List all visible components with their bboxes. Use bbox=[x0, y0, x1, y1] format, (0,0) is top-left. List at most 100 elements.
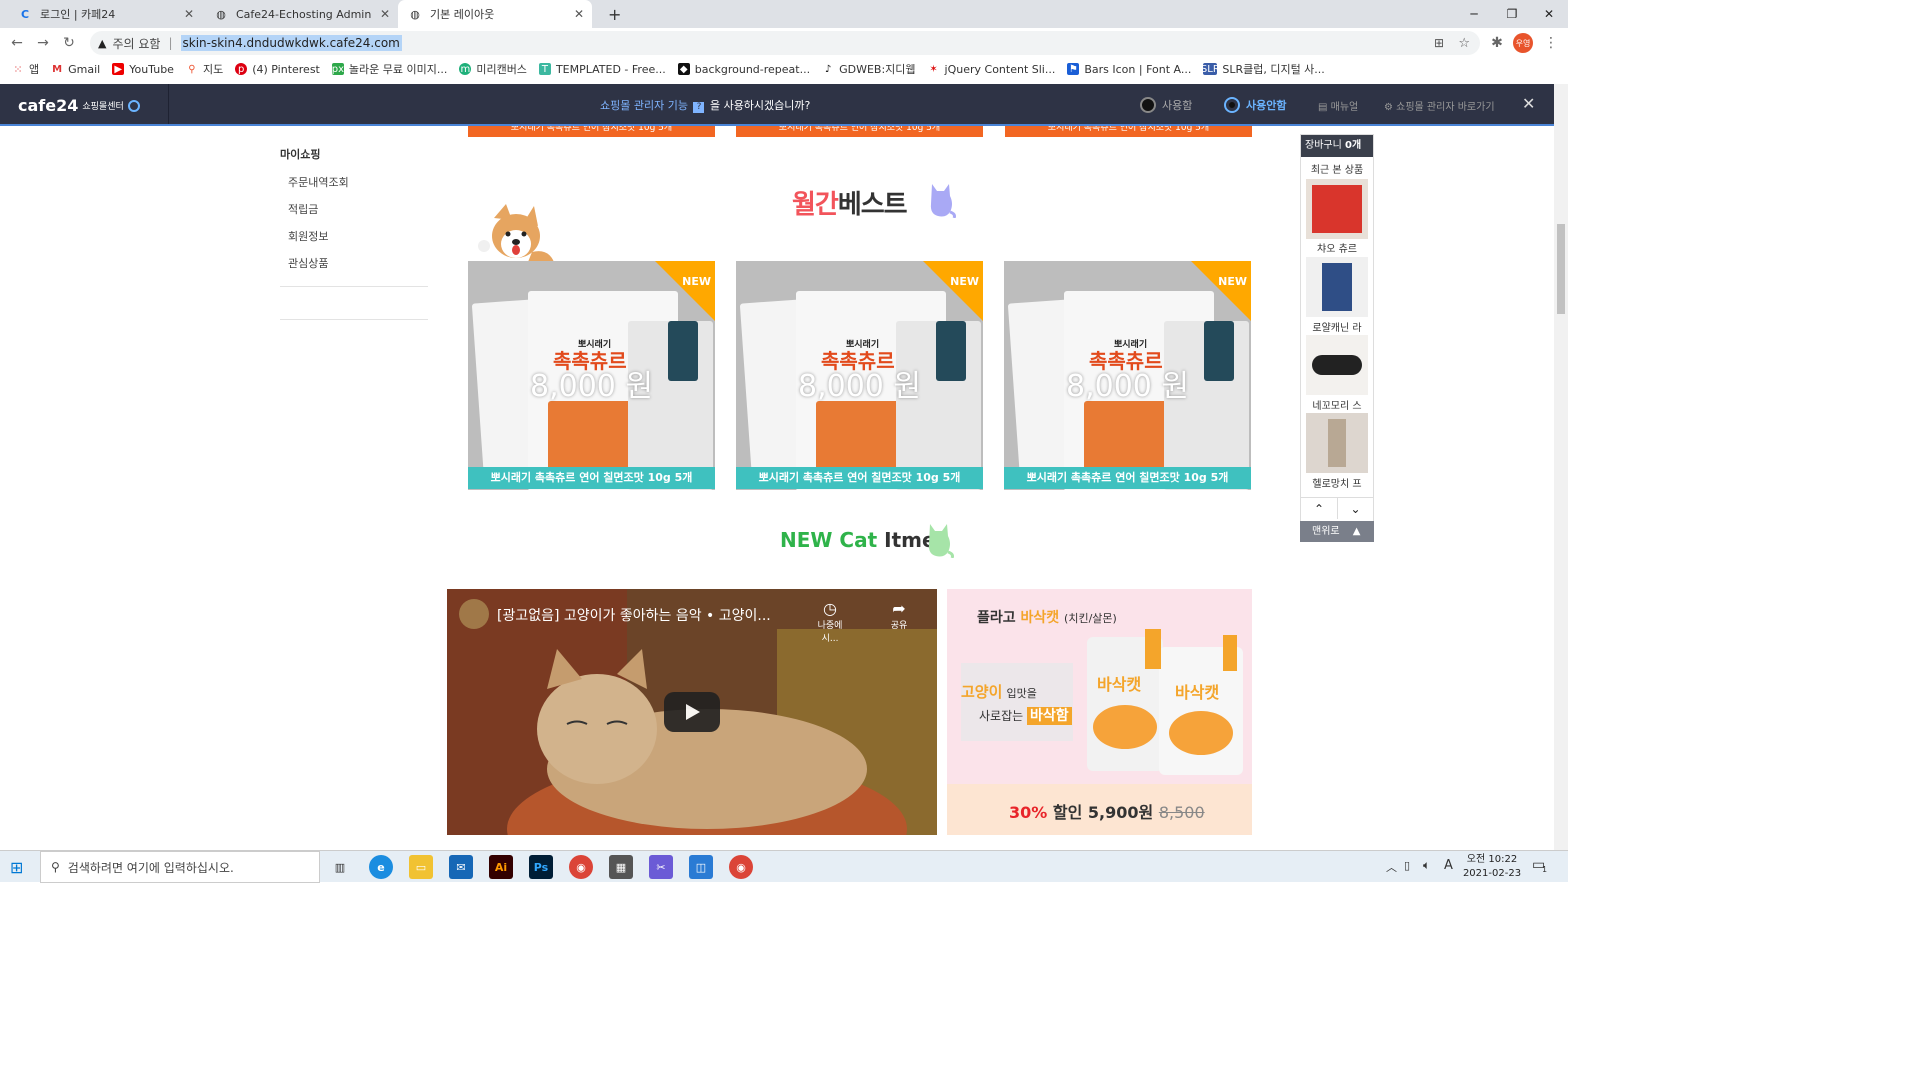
restore-icon[interactable]: ❐ bbox=[1493, 0, 1531, 28]
help-icon[interactable]: ? bbox=[693, 102, 705, 113]
scrollbar-thumb[interactable] bbox=[1557, 224, 1565, 314]
product-card[interactable]: 뽀시래기 촉촉츄르 8,000 원 NEW bbox=[736, 261, 983, 490]
bookmark-maps[interactable]: ⚲ 지도 bbox=[186, 61, 223, 77]
url-text[interactable]: skin-skin4.dndudwkdwk.cafe24.com bbox=[180, 35, 402, 51]
edge-icon[interactable]: e bbox=[369, 855, 393, 879]
gdweb-icon: ♪ bbox=[824, 63, 832, 75]
volume-icon[interactable]: 🔈︎ bbox=[1423, 858, 1430, 873]
youtube-video-embed[interactable]: [광고없음] 고양이가 좋아하는 음악 • 고양이... ◷ 나중에 시... ➦… bbox=[447, 589, 937, 835]
back-icon[interactable]: ← bbox=[6, 32, 28, 54]
cafe24-logo[interactable]: cafe24 쇼핑몰센터 bbox=[18, 96, 140, 115]
new-tab-button[interactable]: + bbox=[598, 0, 631, 28]
sidebar-item-wishlist[interactable]: 관심상품 bbox=[288, 255, 328, 271]
recent-product-name[interactable]: 헬로망치 프 bbox=[1301, 475, 1373, 490]
recent-product-name[interactable]: 네꼬모리 스 bbox=[1301, 397, 1373, 412]
use-radio[interactable]: 사용함 bbox=[1140, 97, 1192, 113]
play-button[interactable] bbox=[664, 692, 720, 732]
omnibox[interactable]: ▲ 주의 요함 | skin-skin4.dndudwkdwk.cafe24.c… bbox=[90, 31, 1480, 55]
bookmark-apps[interactable]: ⁙ 앱 bbox=[12, 61, 39, 77]
window-close-icon[interactable]: ✕ bbox=[1530, 0, 1568, 28]
video-title[interactable]: [광고없음] 고양이가 좋아하는 음악 • 고양이... bbox=[497, 605, 771, 625]
heading-accent: NEW Cat bbox=[780, 528, 878, 552]
close-icon[interactable]: ✕ bbox=[184, 7, 194, 21]
system-clock[interactable]: 오전 10:22 2021-02-23 bbox=[1462, 853, 1522, 881]
task-view-icon[interactable]: ▥ bbox=[328, 855, 352, 879]
extensions-icon[interactable]: ✱ bbox=[1486, 32, 1508, 54]
sidebar-item-points[interactable]: 적립금 bbox=[288, 201, 318, 217]
app-icon[interactable]: ◫ bbox=[689, 855, 713, 879]
close-icon[interactable]: ✕ bbox=[1522, 94, 1535, 113]
forward-icon[interactable]: → bbox=[32, 32, 54, 54]
share-button[interactable]: ➦ 공유 bbox=[879, 599, 919, 631]
reload-icon[interactable]: ↻ bbox=[58, 32, 80, 54]
sidebar-item-member[interactable]: 회원정보 bbox=[288, 228, 328, 244]
cart-header[interactable]: 장바구니 0개 bbox=[1301, 135, 1373, 157]
recent-product-thumb[interactable] bbox=[1306, 179, 1368, 239]
product-name[interactable]: 뽀시래기 촉촉츄르 연어 칠면조맛 10g 5개 bbox=[736, 467, 983, 489]
bookmark-slr[interactable]: SLR SLR클럽, 디지털 사... bbox=[1201, 61, 1325, 77]
banner-headline: 플라고 바삭캣 (치킨/살몬) bbox=[977, 607, 1117, 627]
tab-login[interactable]: C 로그인 | 카페24 ✕ bbox=[8, 0, 202, 28]
network-icon[interactable]: ▯ bbox=[1404, 859, 1410, 872]
ime-indicator[interactable]: A bbox=[1444, 858, 1453, 873]
product-name-strip[interactable]: 뽀시래기 촉촉츄르 연어 참치조맛 10g 5개 bbox=[468, 126, 715, 137]
illustrator-icon[interactable]: Ai bbox=[489, 855, 513, 879]
calculator-icon[interactable]: ▦ bbox=[609, 855, 633, 879]
bookmark-youtube[interactable]: ▶ YouTube bbox=[112, 63, 174, 76]
sidebar-item-orders[interactable]: 주문내역조회 bbox=[288, 174, 349, 190]
product-card[interactable]: 뽀시래기 촉촉츄르 8,000 원 NEW bbox=[1004, 261, 1251, 490]
radio-selected-icon bbox=[1224, 97, 1240, 113]
product-name[interactable]: 뽀시래기 촉촉츄르 연어 칠면조맛 10g 5개 bbox=[1004, 467, 1251, 489]
bookmark-pixabay[interactable]: px 놀라운 무료 이미지... bbox=[332, 61, 447, 77]
recent-product-thumb[interactable] bbox=[1306, 335, 1368, 395]
tab-admin[interactable]: ◍ Cafe24-Echosting Admin ✕ bbox=[204, 0, 398, 28]
product-card[interactable]: 뽀시래기 촉촉츄르 8,000 원 NEW bbox=[468, 261, 715, 490]
bookmark-gmail[interactable]: M Gmail bbox=[51, 63, 100, 76]
bookmark-fontawesome[interactable]: ⚑ Bars Icon | Font A... bbox=[1067, 63, 1191, 76]
menu-dots-icon[interactable]: ⋮ bbox=[1540, 32, 1562, 54]
channel-avatar[interactable] bbox=[459, 599, 489, 629]
recent-product-name[interactable]: 로얄캐닌 라 bbox=[1301, 319, 1373, 334]
minimize-icon[interactable]: ─ bbox=[1455, 0, 1493, 28]
tab-layout[interactable]: ◍ 기본 레이아웃 ✕ bbox=[398, 0, 592, 28]
bookmark-templated[interactable]: T TEMPLATED - Free... bbox=[538, 63, 666, 76]
close-icon[interactable]: ✕ bbox=[574, 7, 584, 21]
scroll-to-top-button[interactable]: 맨위로 ▲ bbox=[1300, 521, 1374, 542]
admin-shortcut-link[interactable]: ⚙ 쇼핑몰 관리자 바로가기 bbox=[1384, 98, 1495, 113]
bookmark-pinterest[interactable]: p (4) Pinterest bbox=[235, 63, 320, 76]
bookmark-miricanvas[interactable]: m 미리캔버스 bbox=[459, 61, 527, 77]
scroll-up-arrow-icon[interactable]: ⌃ bbox=[1301, 497, 1337, 519]
divider bbox=[280, 286, 428, 287]
bookmark-jquery[interactable]: ✶ jQuery Content Sli... bbox=[928, 63, 1055, 76]
bookmark-gdweb[interactable]: ♪ GDWEB:지디웹 bbox=[822, 61, 916, 77]
bookmark-background-repeat[interactable]: ◆ background-repeat... bbox=[677, 63, 810, 76]
file-explorer-icon[interactable]: ▭ bbox=[409, 855, 433, 879]
close-icon[interactable]: ✕ bbox=[380, 7, 390, 21]
product-name-strip[interactable]: 뽀시래기 촉촉츄르 연어 참치조맛 10g 5개 bbox=[736, 126, 983, 137]
mail-icon[interactable]: ✉ bbox=[449, 855, 473, 879]
new-ribbon bbox=[923, 261, 983, 321]
taskbar-search[interactable]: ⚲ 검색하려면 여기에 입력하십시오. bbox=[40, 851, 320, 883]
recent-product-thumb[interactable] bbox=[1306, 257, 1368, 317]
product-name-strip[interactable]: 뽀시래기 촉촉츄르 연어 참치조맛 10g 5개 bbox=[1005, 126, 1252, 137]
translate-icon[interactable]: ⊞ bbox=[1434, 36, 1444, 50]
snip-tool-icon[interactable]: ✂ bbox=[649, 855, 673, 879]
notification-icon[interactable]: ▭ 1 bbox=[1532, 857, 1547, 874]
star-icon[interactable]: ☆ bbox=[1458, 36, 1470, 51]
recent-product-thumb[interactable] bbox=[1306, 413, 1368, 473]
recent-product-name[interactable]: 챠오 츄르 bbox=[1301, 240, 1373, 255]
product-name[interactable]: 뽀시래기 촉촉츄르 연어 칠면조맛 10g 5개 bbox=[468, 467, 715, 489]
chrome-icon[interactable]: ◉ bbox=[729, 855, 753, 879]
promo-banner[interactable]: 플라고 바삭캣 (치킨/살몬) 고양이 입맛을 사로잡는 바삭함 바삭캣 바삭캣… bbox=[947, 589, 1252, 835]
page-scrollbar[interactable] bbox=[1554, 84, 1568, 850]
scroll-down-arrow-icon[interactable]: ⌄ bbox=[1337, 497, 1373, 519]
watch-later-button[interactable]: ◷ 나중에 시... bbox=[810, 599, 850, 644]
tray-chevron-icon[interactable]: ︿ bbox=[1386, 859, 1397, 875]
windows-start-icon[interactable]: ⊞ bbox=[10, 858, 23, 877]
chrome-icon[interactable]: ◉ bbox=[569, 855, 593, 879]
bookmark-label: Gmail bbox=[68, 62, 101, 76]
nouse-radio[interactable]: 사용안함 bbox=[1224, 97, 1286, 113]
profile-avatar[interactable]: 우영 bbox=[1513, 33, 1533, 53]
manual-link[interactable]: ▤ 매뉴얼 bbox=[1318, 98, 1358, 113]
photoshop-icon[interactable]: Ps bbox=[529, 855, 553, 879]
